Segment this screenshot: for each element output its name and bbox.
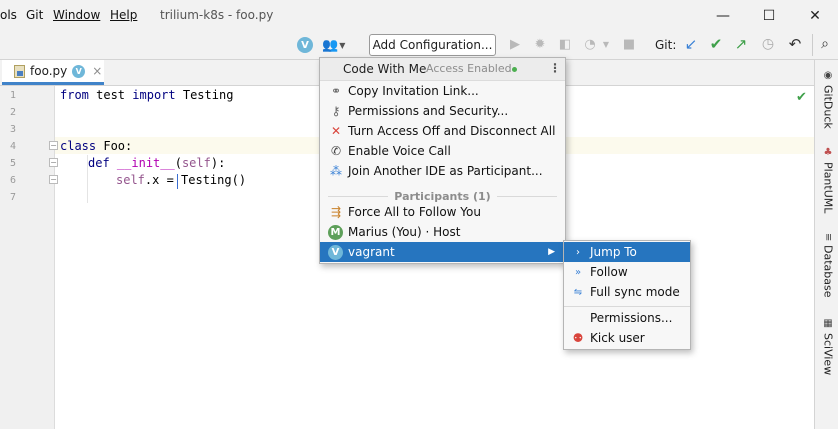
stop-icon[interactable]: ■ — [620, 35, 638, 53]
more-options-icon[interactable]: ⋮ — [549, 61, 561, 75]
link-icon: ⚭ — [330, 84, 342, 98]
line-number: 4 — [10, 141, 17, 152]
git-label: Git: — [655, 38, 677, 52]
menu-tools[interactable]: ols — [0, 8, 17, 22]
add-configuration-button[interactable]: Add Configuration... — [369, 34, 496, 56]
participant-marius[interactable]: M Marius (You) · Host — [320, 222, 565, 242]
participant-vagrant[interactable]: Vvagrant ▶ — [320, 242, 565, 262]
tool-tab-plantuml[interactable]: ♣ PlantUML — [817, 147, 838, 213]
jump-to-icon: › — [576, 246, 580, 258]
tool-tab-sciview[interactable]: ▦ SciView — [817, 318, 838, 375]
code-line-5[interactable]: def __init__(self): — [88, 156, 225, 170]
phone-icon: ✆ — [330, 144, 342, 158]
menu-window[interactable]: Window — [53, 8, 100, 22]
menu-git[interactable]: Git — [26, 8, 43, 22]
minimize-button[interactable]: — — [700, 0, 746, 31]
copy-invitation-link-item[interactable]: ⚭ Copy Invitation Link... — [320, 81, 565, 101]
users-icon: 👥 — [322, 37, 339, 53]
force-follow-item[interactable]: ⇶ Force All to Follow You — [320, 202, 565, 222]
database-icon: ≡ — [822, 233, 834, 242]
rollback-icon[interactable]: ↶ — [786, 35, 804, 53]
line-number: 6 — [10, 175, 17, 186]
kick-user-item[interactable]: ⚉ Kick user — [564, 328, 690, 348]
key-icon: ⚷ — [331, 104, 341, 118]
line-number: 5 — [10, 158, 17, 169]
run-icon[interactable]: ▶ — [506, 35, 524, 53]
submenu-divider — [564, 306, 690, 307]
avatar-vagrant: V — [328, 244, 343, 260]
code-line-4[interactable]: class Foo: — [60, 139, 132, 153]
sciview-icon: ▦ — [822, 318, 834, 329]
plantuml-icon: ♣ — [822, 147, 834, 158]
jump-to-item[interactable]: › Jump To — [564, 242, 690, 262]
toolbar-divider — [812, 34, 813, 56]
participant-submenu: › Jump To » Follow ⇋ Full sync mode Permiss… — [563, 240, 691, 350]
coverage-icon[interactable]: ◧ — [556, 35, 574, 53]
main-toolbar: V 👥 ▼ Add Configuration... ▶ ✹ ◧ ◔ ▼ ■ Gi… — [0, 31, 838, 60]
tool-tab-database[interactable]: ≡ Database — [817, 233, 838, 298]
popup-title: Code With Me — [343, 62, 427, 76]
permissions-security-item[interactable]: ⚷ Permissions and Security... — [320, 101, 565, 121]
popup-header: Code With Me Access Enabled ⋮ — [320, 58, 565, 81]
sync-icon: ⇋ — [573, 286, 583, 298]
debug-icon[interactable]: ✹ — [531, 35, 549, 53]
inspection-ok-icon[interactable]: ✔ — [796, 90, 807, 105]
search-icon[interactable]: ⌕ — [816, 35, 834, 53]
turn-access-off-item[interactable]: ✕ Turn Access Off and Disconnect All — [320, 121, 565, 141]
tool-tab-gitduck[interactable]: ◉ GitDuck — [817, 70, 838, 129]
join-icon: ⁂ — [330, 164, 342, 178]
close-button[interactable]: ✕ — [792, 0, 838, 31]
code-line-1[interactable]: from test import Testing — [60, 88, 233, 102]
join-another-ide-item[interactable]: ⁂ Join Another IDE as Participant... — [320, 161, 565, 181]
tab-participant-avatar: V — [72, 64, 86, 78]
python-file-icon — [14, 64, 25, 78]
code-line-6[interactable]: self.x = Testing() — [116, 173, 246, 187]
participant-avatar[interactable]: V — [297, 37, 313, 53]
follow-icon: ⇶ — [330, 205, 342, 219]
access-status: Access Enabled — [426, 62, 512, 75]
fold-marker[interactable]: − — [49, 158, 58, 167]
gitduck-icon: ◉ — [822, 70, 834, 81]
red-x-icon: ✕ — [330, 124, 342, 138]
history-icon[interactable]: ◷ — [759, 35, 777, 53]
code-with-me-popup: Code With Me Access Enabled ⋮ ⚭ Copy Invi… — [319, 57, 566, 264]
close-tab-icon[interactable]: × — [92, 64, 102, 78]
follow-icon: » — [574, 266, 582, 278]
editor-gutter — [0, 86, 55, 429]
line-number: 7 — [10, 192, 17, 203]
avatar-marius: M — [328, 224, 343, 240]
fold-marker[interactable]: − — [49, 141, 58, 150]
title-bar: ols Git Window Help trilium-k8s - foo.py… — [0, 0, 838, 31]
enable-voice-call-item[interactable]: ✆ Enable Voice Call — [320, 141, 565, 161]
participants-header: Participants (1) — [394, 189, 491, 203]
tab-foo-py[interactable]: foo.py V × — [2, 60, 104, 85]
git-push-icon[interactable]: ↗ — [732, 35, 750, 53]
tab-label: foo.py — [30, 64, 68, 78]
window-title: trilium-k8s - foo.py — [160, 8, 274, 22]
full-sync-mode-item[interactable]: ⇋ Full sync mode — [564, 282, 690, 302]
kick-user-icon: ⚉ — [572, 331, 584, 345]
code-with-me-button[interactable]: 👥 ▼ — [322, 36, 352, 54]
chevron-down-icon[interactable]: ▼ — [597, 35, 615, 53]
maximize-button[interactable]: ☐ — [746, 0, 792, 31]
participants-separator: Participants (1) — [328, 189, 557, 203]
fold-marker[interactable]: − — [49, 175, 58, 184]
line-number: 3 — [10, 124, 17, 135]
follow-item[interactable]: » Follow — [564, 262, 690, 282]
participant-caret — [177, 174, 178, 189]
git-update-icon[interactable]: ↙ — [682, 35, 700, 53]
line-number: 2 — [10, 107, 17, 118]
status-dot — [512, 67, 517, 72]
submenu-arrow-icon: ▶ — [548, 247, 555, 257]
git-commit-icon[interactable]: ✔ — [707, 35, 725, 53]
chevron-down-icon: ▼ — [339, 40, 346, 50]
permissions-item[interactable]: Permissions... — [564, 308, 690, 328]
menu-help[interactable]: Help — [110, 8, 137, 22]
line-number: 1 — [10, 90, 17, 101]
